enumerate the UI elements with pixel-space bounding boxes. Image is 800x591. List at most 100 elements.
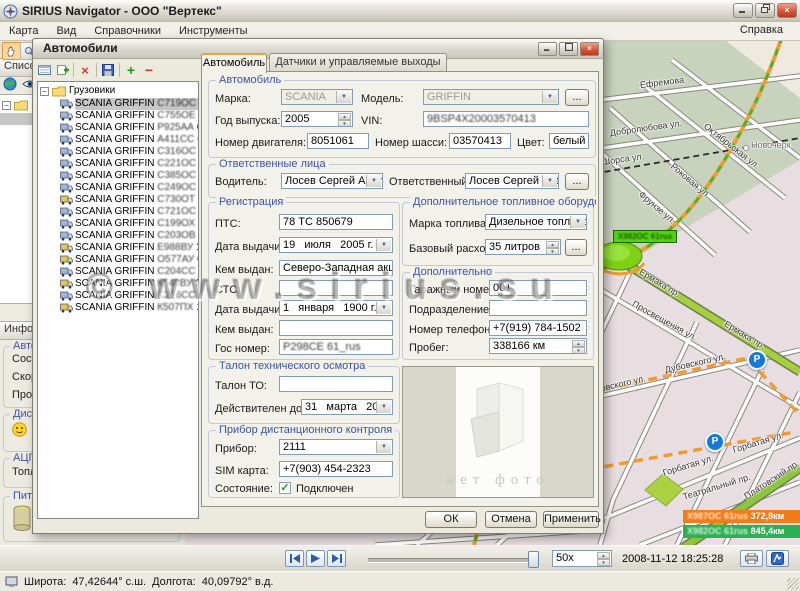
tree-item-vehicle[interactable]: SCANIA GRIFFIN С316ОС 61rus <box>38 146 198 158</box>
dialog-maximize-button[interactable] <box>559 42 578 56</box>
tree-item-vehicle[interactable]: SCANIA GRIFFIN С730ОТ 61rus <box>38 194 198 206</box>
issued-by-field[interactable]: Северо-Западная акцизная т <box>279 260 393 276</box>
print-button[interactable] <box>740 550 763 567</box>
model-ellipsis-button[interactable]: ... <box>565 89 589 106</box>
tree-item-vehicle[interactable]: SCANIA GRIFFIN А411СС 61rus <box>38 134 198 146</box>
card-view-button[interactable] <box>35 62 53 78</box>
dialog-close-button[interactable]: × <box>580 42 599 56</box>
phone-field[interactable]: +7(919) 784-1502 <box>489 320 587 336</box>
mileage-spinner[interactable]: 338166 км▲▼ <box>489 338 587 354</box>
ok-button[interactable]: ОК <box>425 511 477 528</box>
spinner-arrows[interactable]: ▲▼ <box>572 340 585 352</box>
division-field[interactable] <box>489 300 587 316</box>
chassis-field[interactable]: 03570413 <box>449 133 511 149</box>
responsible-ellipsis-button[interactable]: ... <box>565 173 589 190</box>
new-item-button[interactable] <box>53 62 71 78</box>
map-mode-button[interactable] <box>766 550 789 567</box>
tree-item-vehicle[interactable]: SCANIA GRIFFIN К507ПХ 161rus <box>38 302 198 314</box>
tree-item-vehicle[interactable]: SCANIA GRIFFIN Р925АА 61rus <box>38 122 198 134</box>
speed-spinner[interactable]: 50x▲▼ <box>552 550 612 567</box>
collapse-icon[interactable]: − <box>40 87 49 96</box>
sts-field[interactable] <box>279 280 393 296</box>
save-button[interactable] <box>99 62 117 78</box>
spinner-arrows[interactable]: ▲▼ <box>597 552 610 565</box>
tree-item-vehicle[interactable]: SCANIA GRIFFIN С221ОС 61rus <box>38 158 198 170</box>
tree-item-vehicle[interactable]: SCANIA GRIFFIN К540ВУ 161rus <box>38 278 198 290</box>
plate-field[interactable]: Р298СЕ 61_rus <box>279 339 393 355</box>
responsible-combo[interactable]: Лосев Сергей Анатольев▼ <box>465 173 559 189</box>
garage-field[interactable]: 001 <box>489 280 587 296</box>
empty-folder-icon <box>465 379 535 465</box>
issue-date-picker[interactable]: 19 июля 2005 г.▼ <box>279 237 393 253</box>
map-vehicle-label[interactable]: Х982ОС 61rus <box>613 230 677 243</box>
rate-ellipsis-button[interactable]: ... <box>565 239 587 256</box>
spinner-arrows[interactable]: ▲▼ <box>338 113 351 125</box>
tree-item-vehicle[interactable]: SCANIA GRIFFIN С721ОС 61rus <box>38 206 198 218</box>
tree-item-vehicle[interactable]: SCANIA GRIFFIN С204СС 61rus <box>38 266 198 278</box>
vehicle-tree-label: SCANIA GRIFFIN С755ОЕ 61rus <box>75 110 199 122</box>
vehicle-tree[interactable]: − Грузовики SCANIA GRIFFIN С719ОС 61rusS… <box>37 81 199 519</box>
tree-item-vehicle[interactable]: SCANIA GRIFFIN С249ОС 61rus <box>38 182 198 194</box>
parking-icon: P <box>705 432 725 452</box>
apply-button[interactable]: Применить <box>543 511 599 528</box>
device-combo[interactable]: 2111▼ <box>279 439 393 455</box>
resize-grip[interactable] <box>787 578 799 590</box>
skip-back-button[interactable] <box>285 550 304 567</box>
base-rate-spinner[interactable]: 35 литров▲▼ <box>485 239 561 255</box>
connected-checkbox[interactable]: ✓ <box>279 482 291 494</box>
globe-icon[interactable] <box>3 77 17 94</box>
dialog-minimize-button[interactable] <box>538 42 557 56</box>
skip-forward-button[interactable] <box>327 550 346 567</box>
add-button[interactable]: + <box>122 62 140 78</box>
tree-item-vehicle[interactable]: SCANIA GRIFFIN Е988ВУ 161rus <box>38 242 198 254</box>
tree-item-vehicle[interactable]: SCANIA GRIFFIN С755ОЕ 61rus <box>38 110 198 122</box>
menu-map[interactable]: Карта <box>0 25 47 37</box>
truck-icon <box>60 255 73 265</box>
tab-vehicle[interactable]: Автомобиль <box>201 53 267 73</box>
model-combo[interactable]: GRIFFIN▼ <box>423 89 559 105</box>
menu-view[interactable]: Вид <box>47 25 85 37</box>
latitude-label: Широта: <box>24 576 66 588</box>
close-button[interactable]: × <box>777 3 797 18</box>
playback-timestamp: 2008-11-12 18:25:28 <box>622 553 723 565</box>
timeline-slider-track[interactable] <box>368 558 538 563</box>
cancel-button[interactable]: Отмена <box>485 511 537 528</box>
issued-by2-field[interactable] <box>279 320 393 336</box>
color-field[interactable]: белый <box>549 133 589 149</box>
menu-directories[interactable]: Справочники <box>85 25 170 37</box>
tree-item-vehicle[interactable]: SCANIA GRIFFIN О577АУ 61rus <box>38 254 198 266</box>
vin-field[interactable]: 9ВSР4Х20003570413 <box>423 111 589 127</box>
tree-item-vehicle[interactable]: SCANIA GRIFFIN С719ОС 61rus <box>38 98 198 110</box>
brand-combo[interactable]: SCANIA▼ <box>281 89 353 105</box>
spinner-arrows[interactable]: ▲▼ <box>546 241 559 253</box>
fuel-type-combo[interactable]: Дизельное топливо▼ <box>485 214 587 230</box>
sim-field[interactable]: +7(903) 454-2323 <box>279 461 393 477</box>
engine-field[interactable]: 8051061 <box>307 133 369 149</box>
play-button[interactable] <box>306 550 325 567</box>
restore-button[interactable] <box>755 3 775 18</box>
driver-combo[interactable]: Лосев Сергей Анатольев▼ <box>281 173 383 189</box>
group-fuel: Дополнительное топливное оборудование Ма… <box>402 202 594 266</box>
tree-root-trucks[interactable]: − Грузовики <box>40 85 198 97</box>
tab-sensors[interactable]: Датчики и управляемые выходы <box>269 53 447 71</box>
ticket-field[interactable] <box>279 376 393 392</box>
tree-item-vehicle[interactable]: SCANIA GRIFFIN С203ОВ 61rus <box>38 230 198 242</box>
pan-tool-button[interactable] <box>2 42 21 60</box>
pts-field[interactable]: 78 ТС 850679 <box>279 214 393 230</box>
minimize-button[interactable] <box>733 3 753 18</box>
menu-help[interactable]: Справка <box>731 24 792 36</box>
tree-item-vehicle[interactable]: SCANIA GRIFFIN С385ОС 61rus <box>38 170 198 182</box>
tree-item-vehicle[interactable]: SCANIA GRIFFIN С216СС 61rus <box>38 290 198 302</box>
timeline-slider-thumb[interactable] <box>528 551 539 568</box>
collapse-icon[interactable]: − <box>2 101 11 110</box>
year-spinner[interactable]: 2005▲▼ <box>281 111 353 127</box>
remove-button[interactable]: − <box>140 62 158 78</box>
menu-tools[interactable]: Инструменты <box>170 25 257 37</box>
valid-until-picker[interactable]: 31 марта 2009 г.▼ <box>301 399 393 415</box>
vehicle-tree-label: SCANIA GRIFFIN С730ОТ 61rus <box>75 194 199 206</box>
delete-button[interactable]: × <box>76 62 94 78</box>
ticket-label: Талон ТО: <box>215 380 267 392</box>
tree-item-vehicle[interactable]: SCANIA GRIFFIN С199ОХ 161rus <box>38 218 198 230</box>
issue-date2-picker[interactable]: 1 января 1900 г.▼ <box>279 300 393 316</box>
playback-bar: 50x▲▼ 2008-11-12 18:25:28 <box>0 545 800 572</box>
